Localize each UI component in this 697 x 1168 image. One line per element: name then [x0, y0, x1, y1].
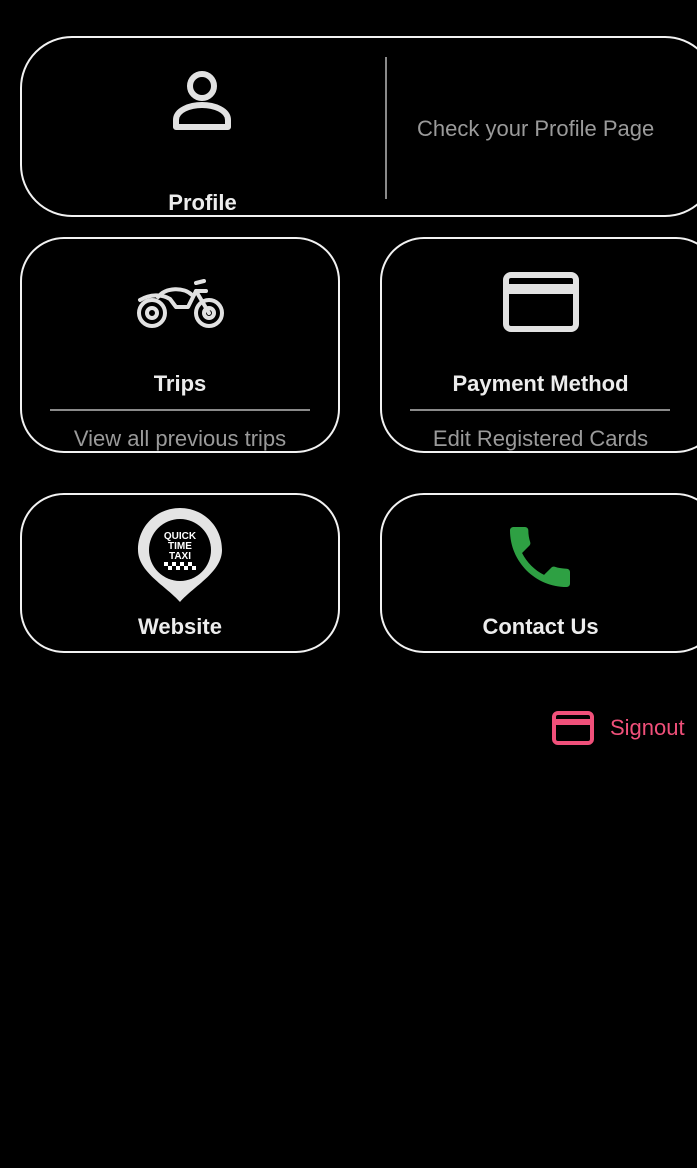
motorcycle-icon: [137, 279, 224, 328]
payment-title: Payment Method: [452, 371, 629, 396]
trips-title: Trips: [153, 371, 207, 396]
quick-time-taxi-logo: QUICK TIME TAXI: [138, 508, 222, 602]
trips-card[interactable]: Trips View all previous trips: [20, 237, 340, 453]
trips-subtitle: View all previous trips: [73, 426, 287, 451]
profile-description: Check your Profile Page: [417, 116, 655, 141]
payment-divider: [410, 409, 670, 411]
profile-card[interactable]: Profile Check your Profile Page: [20, 36, 697, 217]
phone-icon: [510, 527, 570, 587]
person-icon: [173, 71, 231, 130]
payment-subtitle: Edit Registered Cards: [432, 426, 649, 451]
credit-card-icon: [552, 711, 594, 745]
signout-button[interactable]: Signout: [552, 710, 685, 746]
credit-card-icon: [503, 272, 579, 332]
website-title: Website: [138, 614, 222, 639]
payment-card[interactable]: Payment Method Edit Registered Cards: [380, 237, 697, 453]
profile-title: Profile: [168, 190, 237, 215]
logo-line-3: TAXI: [169, 551, 191, 562]
trips-divider: [50, 409, 310, 411]
profile-divider: [385, 57, 387, 199]
website-card[interactable]: QUICK TIME TAXI Website: [20, 493, 340, 653]
contact-card[interactable]: Contact Us: [380, 493, 697, 653]
signout-label: Signout: [610, 715, 685, 740]
contact-title: Contact Us: [482, 614, 599, 639]
